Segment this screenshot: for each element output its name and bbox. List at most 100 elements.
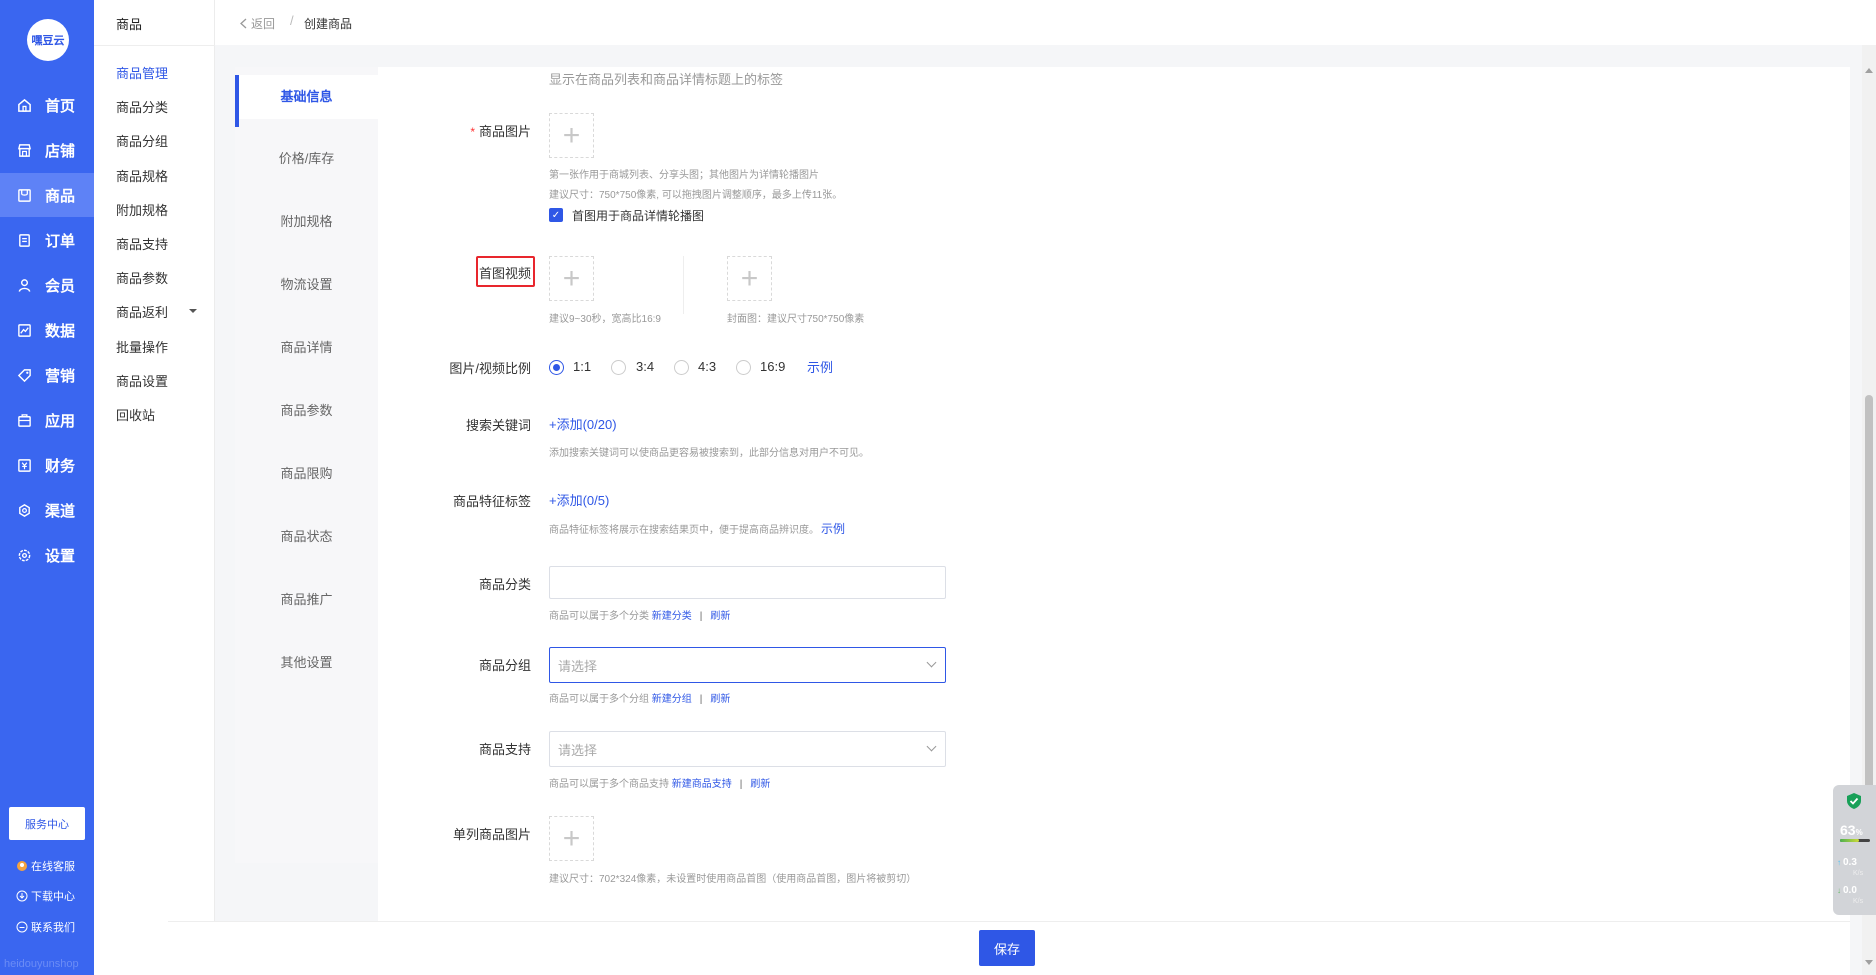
add-keyword-link[interactable]: +添加(0/20) (549, 414, 617, 433)
cpu-percent: 63% (1840, 822, 1863, 838)
feature-tags-label: 商品特征标签 (452, 494, 531, 509)
new-support-link[interactable]: 新建商品支持 (672, 779, 732, 790)
submenu-item-recycle[interactable]: 回收站 (116, 405, 155, 424)
nav-item-settings[interactable]: 设置 (0, 533, 94, 577)
section-tabs: 基础信息 价格/库存 附加规格 物流设置 商品详情 商品参数 商品限购 商品状态… (235, 67, 378, 863)
images-label: * 商品图片 (470, 124, 531, 139)
tab-other[interactable]: 其他设置 (235, 641, 378, 685)
tab-purchase-limit[interactable]: 商品限购 (235, 452, 378, 496)
tab-extra-spec[interactable]: 附加规格 (235, 200, 378, 244)
group-select[interactable]: 请选择 (549, 647, 946, 683)
tab-detail[interactable]: 商品详情 (235, 326, 378, 370)
nav-item-order[interactable]: 订单 (0, 218, 94, 262)
tab-basic-info[interactable]: 基础信息 (235, 75, 378, 127)
nav-item-goods[interactable]: 商品 (0, 173, 94, 217)
feature-tags-example-link[interactable]: 示例 (821, 522, 845, 536)
submenu-item-category[interactable]: 商品分类 (116, 97, 168, 116)
submenu-item-group[interactable]: 商品分组 (116, 131, 168, 150)
new-group-link[interactable]: 新建分组 (652, 694, 692, 705)
image-upload[interactable]: + (549, 113, 594, 158)
nav-item-member[interactable]: 会员 (0, 263, 94, 307)
arrow-up-icon: ↑ (1837, 858, 1841, 867)
single-image-label: 单列商品图片 (452, 827, 531, 842)
upload-speed: ↑ 0.3 (1837, 857, 1857, 868)
keywords-label: 搜索关键词 (465, 418, 531, 433)
nav-item-channel[interactable]: 渠道 (0, 488, 94, 532)
ratio-radio-1-1[interactable] (549, 360, 564, 375)
submenu-item-rebate[interactable]: 商品返利 (116, 302, 168, 321)
goods-icon (18, 188, 31, 202)
service-center-button[interactable]: 服务中心 (9, 807, 85, 840)
tab-price-stock[interactable]: 价格/库存 (235, 137, 378, 181)
carousel-checkbox[interactable]: ✓ (549, 208, 563, 222)
ratio-option-label: 16:9 (760, 359, 786, 374)
nav-item-marketing[interactable]: 营销 (0, 353, 94, 397)
chevron-down-icon[interactable] (189, 309, 197, 313)
shield-icon (1847, 793, 1861, 809)
contact-us-link[interactable]: 联系我们 (16, 919, 75, 935)
tab-status[interactable]: 商品状态 (235, 515, 378, 559)
submenu-item-extra-spec[interactable]: 附加规格 (116, 200, 168, 219)
ratio-option-label: 3:4 (636, 359, 655, 374)
arrow-down-icon: ↓ (1837, 886, 1841, 895)
nav-label: 设置 (45, 547, 76, 565)
finance-icon (18, 458, 31, 472)
refresh-category-link[interactable]: 刷新 (710, 611, 730, 622)
submenu-item-goods-management[interactable]: 商品管理 (116, 63, 168, 82)
refresh-group-link[interactable]: 刷新 (710, 694, 730, 705)
submenu-item-support[interactable]: 商品支持 (116, 234, 168, 253)
cover-upload[interactable]: + (727, 256, 772, 301)
category-label: 商品分类 (478, 577, 531, 592)
add-feature-tag-link[interactable]: +添加(0/5) (549, 490, 609, 509)
video-label: 首图视频 (478, 266, 531, 281)
support-hint: 商品可以属于多个商品支持 新建商品支持 | 刷新 (549, 779, 771, 790)
ratio-radio-4-3[interactable] (674, 360, 689, 375)
download-center-link[interactable]: 下载中心 (16, 888, 75, 904)
marketing-icon (17, 368, 31, 382)
refresh-support-link[interactable]: 刷新 (750, 779, 770, 790)
tab-promotion[interactable]: 商品推广 (235, 578, 378, 622)
scroll-down-arrow-icon[interactable] (1865, 960, 1873, 965)
scroll-up-arrow-icon[interactable] (1865, 68, 1873, 73)
system-monitor-widget[interactable]: 63% ↑ 0.3 K/s ↓ 0.0 K/s (1833, 785, 1876, 915)
customer-service-icon (17, 861, 27, 871)
usage-bar (1840, 839, 1870, 842)
submenu-item-spec[interactable]: 商品规格 (116, 166, 168, 185)
new-category-link[interactable]: 新建分类 (652, 611, 692, 622)
plus-icon: + (562, 118, 581, 152)
nav-item-store[interactable]: 店铺 (0, 128, 94, 172)
tab-params[interactable]: 商品参数 (235, 389, 378, 433)
support-select[interactable]: 请选择 (549, 731, 946, 767)
ratio-radio-3-4[interactable] (611, 360, 626, 375)
nav-item-data[interactable]: 数据 (0, 308, 94, 352)
nav-label: 会员 (45, 277, 76, 295)
nav-label: 应用 (45, 412, 76, 430)
back-link[interactable]: 返回 (239, 15, 275, 32)
online-service-link[interactable]: 在线客服 (16, 858, 75, 874)
nav-item-finance[interactable]: 财务 (0, 443, 94, 487)
watermark: heidouyunshop (4, 958, 79, 970)
video-upload[interactable]: + (549, 256, 594, 301)
carousel-checkbox-label: 首图用于商品详情轮播图 (572, 209, 705, 223)
divider (94, 45, 215, 46)
group-label: 商品分组 (478, 658, 531, 673)
single-image-upload[interactable]: + (549, 816, 594, 861)
submenu-item-params[interactable]: 商品参数 (116, 268, 168, 287)
ratio-option-label: 1:1 (573, 359, 592, 374)
breadcrumb: 返回 / 创建商品 (215, 0, 1876, 45)
logo[interactable]: 嘿豆云 (27, 19, 69, 61)
tab-logistics[interactable]: 物流设置 (235, 263, 378, 307)
submenu-item-settings[interactable]: 商品设置 (116, 371, 168, 390)
save-button[interactable]: 保存 (979, 930, 1035, 966)
images-hint-2: 建议尺寸：750*750像素, 可以拖拽图片调整顺序，最多上传11张。 (549, 190, 843, 201)
nav-item-home[interactable]: 首页 (0, 83, 94, 127)
usage-bar-fill (1840, 839, 1859, 842)
category-input[interactable] (549, 566, 946, 599)
nav-item-app[interactable]: 应用 (0, 398, 94, 442)
nav-label: 首页 (45, 97, 76, 115)
divider (683, 256, 684, 314)
ratio-example-link[interactable]: 示例 (807, 357, 833, 376)
submenu-item-batch[interactable]: 批量操作 (116, 337, 168, 356)
ratio-radio-16-9[interactable] (736, 360, 751, 375)
member-icon (18, 278, 31, 292)
